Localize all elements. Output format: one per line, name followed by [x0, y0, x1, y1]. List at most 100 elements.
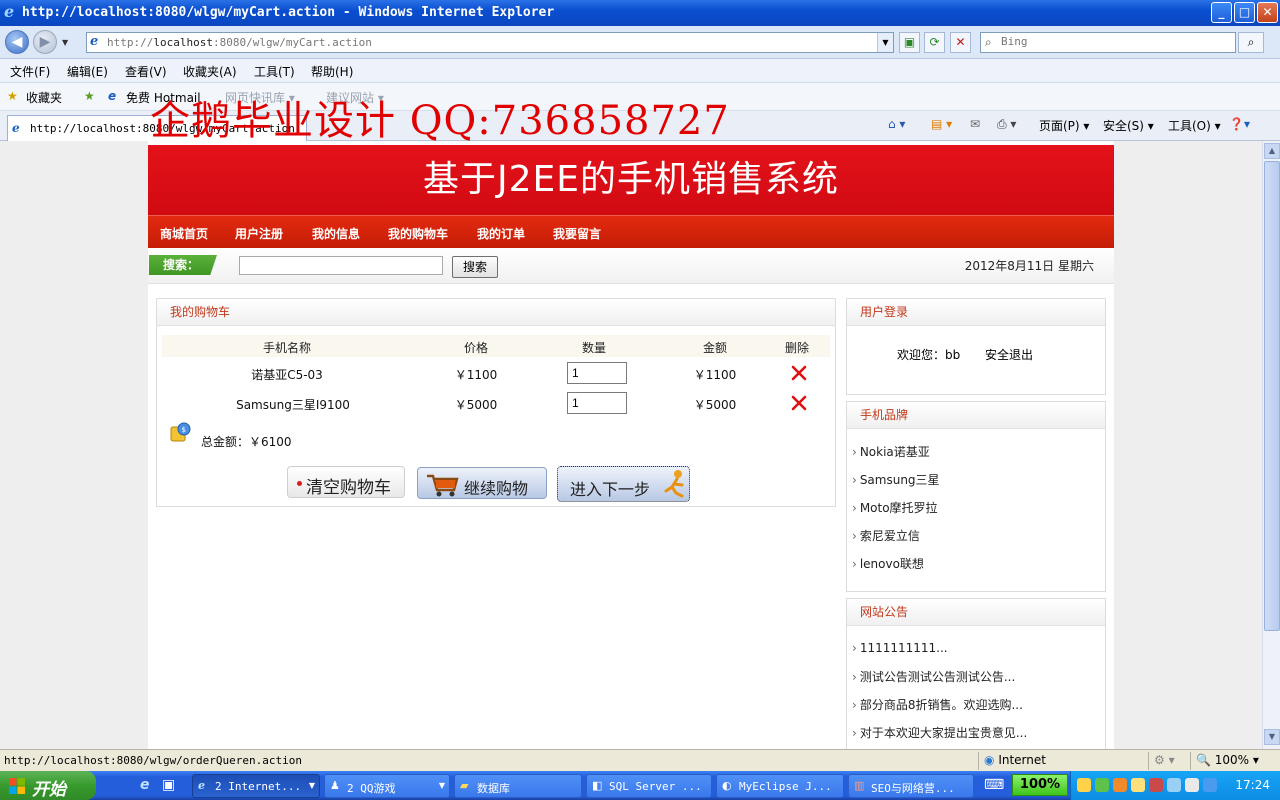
tray-ime-icon[interactable] — [1185, 778, 1199, 792]
refresh-icon[interactable]: ⟳ — [924, 32, 945, 53]
hotmail-page-icon: e — [108, 89, 117, 103]
task-seo-window[interactable]: ▥ SEO与网络营... — [848, 774, 974, 798]
scroll-thumb[interactable] — [1264, 161, 1280, 631]
nav-my-info[interactable]: 我的信息 — [312, 225, 360, 242]
menu-bar: 文件(F) 编辑(E) 查看(V) 收藏夹(A) 工具(T) 帮助(H) — [0, 59, 1280, 83]
notice-item[interactable]: 测试公告测试公告测试公告... — [852, 668, 1015, 685]
feeds-icon[interactable]: ▤ ▾ — [931, 117, 952, 131]
continue-shopping-button[interactable]: 继续购物 — [417, 467, 547, 499]
task-qq-games[interactable]: ♟ 2 QQ游戏 ▼ — [324, 774, 450, 798]
windows-taskbar: 开始 e ▣ e 2 Internet... ▼ ♟ 2 QQ游戏 ▼ ▰ 数据库 … — [0, 771, 1280, 800]
tray-update-icon[interactable] — [1203, 778, 1217, 792]
nav-home[interactable]: 商城首页 — [160, 225, 208, 242]
compatibility-icon[interactable]: ▣ — [899, 32, 920, 53]
address-dropdown-icon[interactable]: ▼ — [877, 33, 893, 52]
site-search-button[interactable]: 搜索 — [452, 256, 498, 278]
windows-flag-icon — [9, 778, 25, 794]
shopping-cart-icon — [427, 474, 459, 497]
safety-menu[interactable]: 安全(S) ▾ — [1103, 117, 1154, 134]
current-date: 2012年8月11日 星期六 — [964, 259, 1094, 273]
delete-icon[interactable] — [790, 394, 808, 412]
nav-register[interactable]: 用户注册 — [235, 225, 283, 242]
delete-icon[interactable] — [790, 364, 808, 382]
forward-button[interactable]: ▶ — [33, 30, 57, 54]
scroll-down-icon[interactable]: ▼ — [1264, 729, 1280, 745]
mail-icon[interactable]: ✉ — [970, 117, 980, 131]
start-button[interactable]: 开始 — [0, 771, 96, 800]
vertical-scrollbar[interactable]: ▲ ▼ — [1262, 141, 1280, 749]
login-title: 用户登录 — [847, 299, 1105, 326]
cart-qty-input[interactable] — [567, 362, 627, 384]
menu-favorites[interactable]: 收藏夹(A) — [183, 63, 237, 80]
cart-item-price: ￥1100 — [454, 368, 498, 382]
task-database-folder[interactable]: ▰ 数据库 — [454, 774, 582, 798]
status-bar: http://localhost:8080/wlgw/orderQueren.a… — [0, 749, 1280, 771]
stop-icon[interactable]: ✕ — [950, 32, 971, 53]
search-input[interactable] — [1001, 35, 1221, 48]
bullet-icon — [297, 481, 302, 486]
scroll-up-icon[interactable]: ▲ — [1264, 143, 1280, 159]
address-input[interactable]: e http://localhost:8080/wlgw/myCart.acti… — [86, 32, 894, 53]
brand-item-nokia[interactable]: Nokia诺基亚 — [852, 443, 930, 460]
logout-link[interactable]: 安全退出 — [985, 346, 1033, 363]
menu-view[interactable]: 查看(V) — [125, 63, 167, 80]
nav-my-orders[interactable]: 我的订单 — [477, 225, 525, 242]
back-button[interactable]: ◀ — [5, 30, 29, 54]
home-icon[interactable]: ⌂ ▾ — [888, 117, 905, 131]
window-titlebar: e http://localhost:8080/wlgw/myCart.acti… — [0, 0, 1280, 26]
search-go-button[interactable]: ⌕ — [1238, 32, 1264, 53]
help-icon[interactable]: ❓▾ — [1229, 117, 1250, 131]
qq-games-icon: ♟ — [330, 779, 340, 792]
next-step-button[interactable]: 进入下一步 — [557, 466, 690, 502]
brand-item-sony-ericsson[interactable]: 索尼爱立信 — [852, 527, 920, 544]
notice-item[interactable]: 1111111111... — [852, 641, 948, 655]
brand-item-moto[interactable]: Moto摩托罗拉 — [852, 499, 938, 516]
menu-tools[interactable]: 工具(T) — [254, 63, 295, 80]
site-container: 基于J2EE的手机销售系统 商城首页 用户注册 我的信息 我的购物车 我的订单 … — [148, 141, 1114, 749]
history-dropdown-icon[interactable]: ▼ — [62, 38, 68, 47]
quicklaunch-ie-icon[interactable]: e — [140, 777, 150, 793]
quicklaunch-desktop-icon[interactable]: ▣ — [162, 777, 175, 793]
tools-menu[interactable]: 工具(O) ▾ — [1168, 117, 1221, 134]
nav-my-cart[interactable]: 我的购物车 — [388, 225, 448, 242]
minimize-button[interactable]: _ — [1211, 2, 1232, 23]
page-menu[interactable]: 页面(P) ▾ — [1039, 117, 1089, 134]
ie-icon: e — [198, 779, 205, 792]
menu-help[interactable]: 帮助(H) — [311, 63, 353, 80]
folder-icon: ▰ — [460, 779, 469, 792]
nav-leave-message[interactable]: 我要留言 — [553, 225, 601, 242]
tray-volume-icon[interactable] — [1167, 778, 1181, 792]
add-favorite-icon[interactable]: ★ — [84, 89, 95, 103]
brand-item-lenovo[interactable]: lenovo联想 — [852, 555, 924, 572]
cart-item-amount: ￥1100 — [693, 368, 737, 382]
tray-security-icon[interactable] — [1149, 778, 1163, 792]
notice-panel: 网站公告 1111111111... 测试公告测试公告测试公告... 部分商品8… — [846, 598, 1106, 749]
tray-qq2-icon[interactable] — [1131, 778, 1145, 792]
menu-file[interactable]: 文件(F) — [10, 63, 50, 80]
site-search-input[interactable] — [239, 256, 443, 275]
print-icon[interactable]: ⎙ ▾ — [997, 117, 1016, 132]
search-box[interactable]: ⌕ — [980, 32, 1236, 53]
tray-network-icon[interactable] — [1095, 778, 1109, 792]
notice-item[interactable]: 对于本欢迎大家提出宝贵意见... — [852, 724, 1027, 741]
site-search-row: 搜索： 搜索 2012年8月11日 星期六 — [148, 248, 1114, 284]
clear-cart-button[interactable]: 清空购物车 — [287, 466, 405, 498]
maximize-button[interactable]: □ — [1234, 2, 1255, 23]
tray-qq-icon[interactable] — [1077, 778, 1091, 792]
cart-qty-input[interactable] — [567, 392, 627, 414]
notice-item[interactable]: 部分商品8折销售。欢迎选购... — [852, 696, 1023, 713]
close-button[interactable]: ✕ — [1257, 2, 1278, 23]
tray-app-icon[interactable] — [1113, 778, 1127, 792]
protected-mode-icon[interactable]: ⚙ ▾ — [1154, 753, 1175, 767]
task-myeclipse[interactable]: ◐ MyEclipse J... — [716, 774, 844, 798]
security-zone[interactable]: ◉ Internet — [984, 753, 1046, 767]
cart-total: 总金额：￥6100 — [201, 435, 292, 449]
menu-edit[interactable]: 编辑(E) — [67, 63, 108, 80]
favorites-button[interactable]: 收藏夹 — [26, 89, 62, 106]
task-sql-server[interactable]: ◧ SQL Server ... — [586, 774, 712, 798]
zoom-control[interactable]: 🔍 100% ▾ — [1196, 753, 1259, 767]
task-internet-explorer[interactable]: e 2 Internet... ▼ — [192, 774, 320, 798]
app-window-icon: ▥ — [854, 779, 865, 792]
keyboard-icon[interactable]: ⌨ — [984, 777, 1004, 793]
brand-item-samsung[interactable]: Samsung三星 — [852, 471, 940, 488]
